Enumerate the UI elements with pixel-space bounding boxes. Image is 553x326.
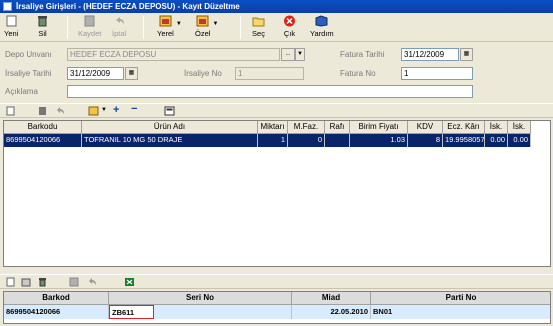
discount-cell[interactable]: 0.00 xyxy=(508,134,531,147)
invoice-date-label: Fatura Tarihi xyxy=(340,50,385,59)
cancel-button[interactable]: İptal xyxy=(112,15,126,41)
barcode-cell[interactable]: 8699504120066 xyxy=(4,134,82,147)
local-button[interactable]: Yerel ▼ xyxy=(157,15,182,41)
toolbar-separator xyxy=(240,16,241,39)
pharmacy-margin-cell[interactable]: 19.9958057 xyxy=(443,134,485,147)
save-icon[interactable] xyxy=(69,277,80,287)
invoice-date-field[interactable]: 31/12/2009 xyxy=(401,48,459,61)
table-row[interactable]: 8699504120066 TOFRANIL 10 MG 50 DRAJE 1 … xyxy=(4,134,531,147)
folder-icon xyxy=(252,17,265,27)
app-icon xyxy=(3,2,12,11)
new-row-icon[interactable] xyxy=(5,277,16,287)
calendar-icon: ▦ xyxy=(128,70,135,76)
special-button[interactable]: Özel ▼ xyxy=(195,15,218,41)
depot-field[interactable]: HEDEF ECZA DEPOSU xyxy=(67,48,280,61)
save-icon xyxy=(84,15,95,27)
undo-icon[interactable] xyxy=(87,277,98,287)
chevron-down-icon[interactable]: ▼ xyxy=(176,21,182,27)
waybill-date-field[interactable]: 31/12/2009 xyxy=(67,67,124,80)
serial-grid[interactable]: Barkod Seri No Miad Parti No 86995041200… xyxy=(3,291,551,324)
report-icon[interactable] xyxy=(88,106,99,116)
table-row[interactable]: 8699504120066 ZB611 22.05.2010 BN01 xyxy=(4,305,550,319)
undo-icon[interactable] xyxy=(55,106,66,116)
waybill-date-label: İrsaliye Tarihi xyxy=(5,69,52,78)
column-header[interactable]: M.Faz. xyxy=(288,121,325,134)
trash-icon xyxy=(38,16,47,27)
new-row-icon[interactable] xyxy=(5,106,16,116)
items-grid[interactable]: Barkodu Ürün Adı Miktarı M.Faz. Rafı Bir… xyxy=(3,120,551,267)
barcode-cell[interactable]: 8699504120066 xyxy=(4,305,109,319)
vat-cell[interactable]: 8 xyxy=(408,134,443,147)
column-header[interactable]: KDV xyxy=(408,121,443,134)
column-header[interactable]: İsk. xyxy=(485,121,508,134)
report-icon xyxy=(159,15,172,27)
toolbar-separator xyxy=(67,16,68,39)
serial-cell-container: ZB611 xyxy=(109,305,292,319)
items-grid-header: Barkodu Ürün Adı Miktarı M.Faz. Rafı Bir… xyxy=(4,121,531,134)
serial-grid-toolbar xyxy=(0,274,553,289)
waybill-date-calendar-button[interactable]: ▦ xyxy=(125,67,138,80)
waybill-no-field[interactable]: 1 xyxy=(235,67,304,80)
save-button[interactable]: Kaydet xyxy=(78,15,101,41)
invoice-no-label: Fatura No xyxy=(340,69,376,78)
quantity-cell[interactable]: 1 xyxy=(258,134,288,147)
free-goods-cell[interactable]: 0 xyxy=(288,134,325,147)
depot-picker-button[interactable]: ... xyxy=(281,48,295,61)
title-bar: İrsaliye Girişleri - (HEDEF ECZA DEPOSU)… xyxy=(0,0,553,13)
column-header[interactable]: Barkod xyxy=(4,292,109,305)
product-name-cell[interactable]: TOFRANIL 10 MG 50 DRAJE xyxy=(82,134,258,147)
delete-button[interactable]: Sil xyxy=(36,15,49,41)
column-header[interactable]: Seri No xyxy=(109,292,292,305)
add-icon[interactable]: + xyxy=(113,104,119,116)
report-icon xyxy=(196,15,209,27)
excel-icon[interactable] xyxy=(124,277,135,287)
column-header[interactable]: Rafı xyxy=(325,121,350,134)
shelf-cell[interactable] xyxy=(325,134,350,147)
discount-cell[interactable]: 0.00 xyxy=(485,134,508,147)
expiry-date-cell[interactable]: 22.05.2010 xyxy=(292,305,371,319)
remove-icon[interactable]: − xyxy=(131,103,137,115)
column-header[interactable]: Barkodu xyxy=(4,121,82,134)
lot-no-cell[interactable]: BN01 xyxy=(371,305,550,319)
description-label: Açıklama xyxy=(5,87,38,96)
chevron-down-icon[interactable]: ▼ xyxy=(101,107,107,113)
column-header[interactable]: Ecz. Kârı xyxy=(443,121,485,134)
serial-no-input[interactable]: ZB611 xyxy=(109,305,154,319)
column-header[interactable]: Miad xyxy=(292,292,371,305)
waybill-no-label: İrsaliye No xyxy=(184,69,222,78)
unit-price-cell[interactable]: 1.03 xyxy=(350,134,408,147)
exit-button[interactable]: Çık xyxy=(283,15,296,41)
help-book-icon xyxy=(315,15,328,27)
column-header[interactable]: Ürün Adı xyxy=(82,121,258,134)
depot-dropdown-button[interactable]: ▼ xyxy=(295,48,305,61)
description-field[interactable] xyxy=(67,85,473,98)
delete-row-icon[interactable] xyxy=(37,106,48,116)
window-title: İrsaliye Girişleri - (HEDEF ECZA DEPOSU)… xyxy=(16,2,240,11)
toolbar-separator xyxy=(143,16,144,39)
column-header[interactable]: Miktarı xyxy=(258,121,288,134)
trash-icon[interactable] xyxy=(37,277,48,287)
items-grid-toolbar: ▼ + − xyxy=(0,103,553,118)
depot-label: Depo Unvanı xyxy=(5,50,52,59)
new-document-icon xyxy=(6,15,17,27)
select-button[interactable]: Seç xyxy=(252,15,265,41)
help-button[interactable]: Yardım xyxy=(310,15,334,41)
main-toolbar: Yeni Sil Kaydet İptal Yerel ▼ Özel ▼ Seç… xyxy=(0,13,553,42)
edit-row-icon[interactable] xyxy=(21,277,32,287)
column-header[interactable]: Parti No xyxy=(371,292,550,305)
column-header[interactable]: Birim Fiyatı xyxy=(350,121,408,134)
invoice-no-field[interactable]: 1 xyxy=(401,67,473,80)
calculator-icon[interactable] xyxy=(164,106,175,116)
column-header[interactable]: İsk. xyxy=(508,121,531,134)
undo-icon xyxy=(115,17,124,24)
new-button[interactable]: Yeni xyxy=(4,15,18,41)
invoice-date-calendar-button[interactable]: ▦ xyxy=(460,48,473,61)
calendar-icon: ▦ xyxy=(463,51,470,57)
close-icon xyxy=(284,15,295,27)
chevron-down-icon[interactable]: ▼ xyxy=(212,21,218,27)
serial-grid-header: Barkod Seri No Miad Parti No xyxy=(4,292,550,305)
chevron-down-icon: ▼ xyxy=(297,51,303,57)
